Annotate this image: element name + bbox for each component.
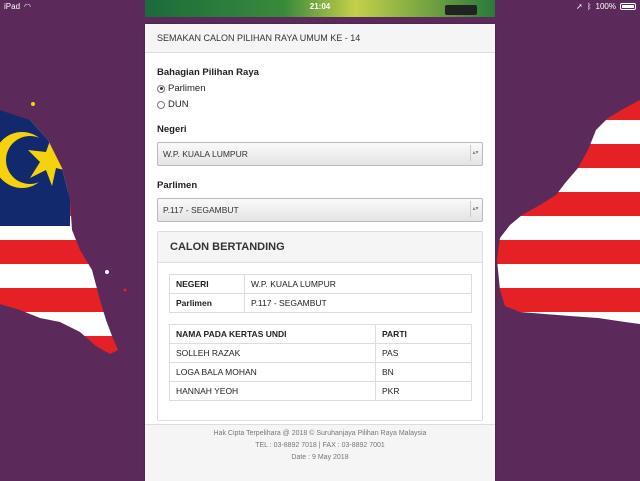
battery-icon [620, 3, 636, 10]
card-title: SEMAKAN CALON PILIHAN RAYA UMUM KE - 14 [145, 24, 495, 53]
results-title: CALON BERTANDING [158, 232, 482, 263]
bahagian-label: Bahagian Pilihan Raya [157, 67, 259, 78]
table-row: SOLLEH RAZAK PAS [169, 343, 472, 363]
table-row: Parlimen P.117 - SEGAMBUT [169, 293, 472, 313]
location-icon: ➚ [576, 2, 583, 11]
candidate-name: SOLLEH RAZAK [169, 343, 376, 363]
negeri-label: Negeri [157, 124, 187, 135]
column-header-name: NAMA PADA KERTAS UNDI [169, 324, 376, 344]
candidate-party: PAS [375, 343, 472, 363]
candidate-name: HANNAH YEOH [169, 381, 376, 401]
candidate-name: LOGA BALA MOHAN [169, 362, 376, 382]
table-header-row: NAMA PADA KERTAS UNDI PARTI [169, 324, 472, 344]
radio-unchecked-icon[interactable] [157, 100, 165, 109]
info-value: W.P. KUALA LUMPUR [244, 274, 472, 294]
table-row: HANNAH YEOH PKR [169, 381, 472, 401]
negeri-select-value: W.P. KUALA LUMPUR [163, 149, 248, 159]
dropdown-arrow-icon: ▴▾ [470, 145, 480, 161]
dropdown-arrow-icon: ▴▾ [470, 201, 480, 217]
candidate-party: PKR [375, 381, 472, 401]
radio-dun[interactable]: DUN [157, 99, 483, 110]
footer-contact: TEL : 03-8892 7018 | FAX : 03-8892 7001 [255, 442, 385, 449]
election-check-card: SEMAKAN CALON PILIHAN RAYA UMUM KE - 14 … [145, 24, 495, 481]
footer-date: Date : 9 May 2018 [291, 454, 349, 461]
candidate-party: BN [375, 362, 472, 382]
candidates-table: NAMA PADA KERTAS UNDI PARTI SOLLEH RAZAK… [169, 324, 472, 401]
radio-parlimen-label: Parlimen [168, 83, 206, 94]
parlimen-select[interactable]: P.117 - SEGAMBUT ▴▾ [157, 198, 483, 222]
info-value: P.117 - SEGAMBUT [244, 293, 472, 313]
footer: Hak Cipta Terpelihara @ 2018 © Suruhanja… [145, 424, 495, 481]
negeri-select[interactable]: W.P. KUALA LUMPUR ▴▾ [157, 142, 483, 166]
info-key: Parlimen [169, 293, 245, 313]
radio-dun-label: DUN [168, 99, 189, 110]
radio-parlimen[interactable]: Parlimen [157, 83, 483, 94]
column-header-party: PARTI [375, 324, 472, 344]
clock: 21:04 [309, 2, 331, 11]
battery-percent: 100% [595, 2, 616, 11]
footer-copyright: Hak Cipta Terpelihara @ 2018 © Suruhanja… [213, 430, 427, 437]
status-bar: iPad ◠ 21:04 ➚ ᛒ 100% [0, 0, 640, 13]
results-panel: CALON BERTANDING NEGERI W.P. KUALA LUMPU… [157, 231, 483, 421]
table-row: LOGA BALA MOHAN BN [169, 362, 472, 382]
info-key: NEGERI [169, 274, 245, 294]
parlimen-select-value: P.117 - SEGAMBUT [163, 205, 239, 215]
table-row: NEGERI W.P. KUALA LUMPUR [169, 274, 472, 294]
parlimen-label: Parlimen [157, 180, 198, 191]
radio-checked-icon[interactable] [157, 84, 165, 93]
bluetooth-icon: ᛒ [586, 2, 592, 11]
info-table: NEGERI W.P. KUALA LUMPUR Parlimen P.117 … [169, 274, 472, 313]
